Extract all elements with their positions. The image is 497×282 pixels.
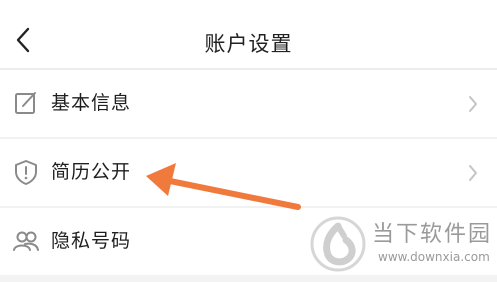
settings-item-basic-info[interactable]: 基本信息: [0, 70, 497, 137]
page-title: 账户设置: [204, 32, 293, 56]
watermark-url: www.downxia.com: [378, 250, 490, 264]
users-icon: [13, 231, 39, 251]
top-app-bar: 账户设置: [0, 0, 497, 68]
chevron-right-icon: [469, 96, 477, 112]
settings-item-label: 隐私号码: [51, 230, 132, 252]
settings-item-resume-public[interactable]: 简历公开: [0, 139, 497, 206]
watermark: 当下软件园 www.downxia.com: [308, 212, 493, 278]
settings-item-label: 简历公开: [51, 161, 132, 183]
settings-item-label: 基本信息: [51, 92, 132, 114]
chevron-right-icon: [469, 165, 477, 181]
edit-icon: [15, 92, 36, 114]
watermark-title: 当下软件园: [372, 222, 493, 247]
downxia-logo-icon: [310, 216, 366, 272]
shield-alert-icon: [15, 160, 37, 185]
